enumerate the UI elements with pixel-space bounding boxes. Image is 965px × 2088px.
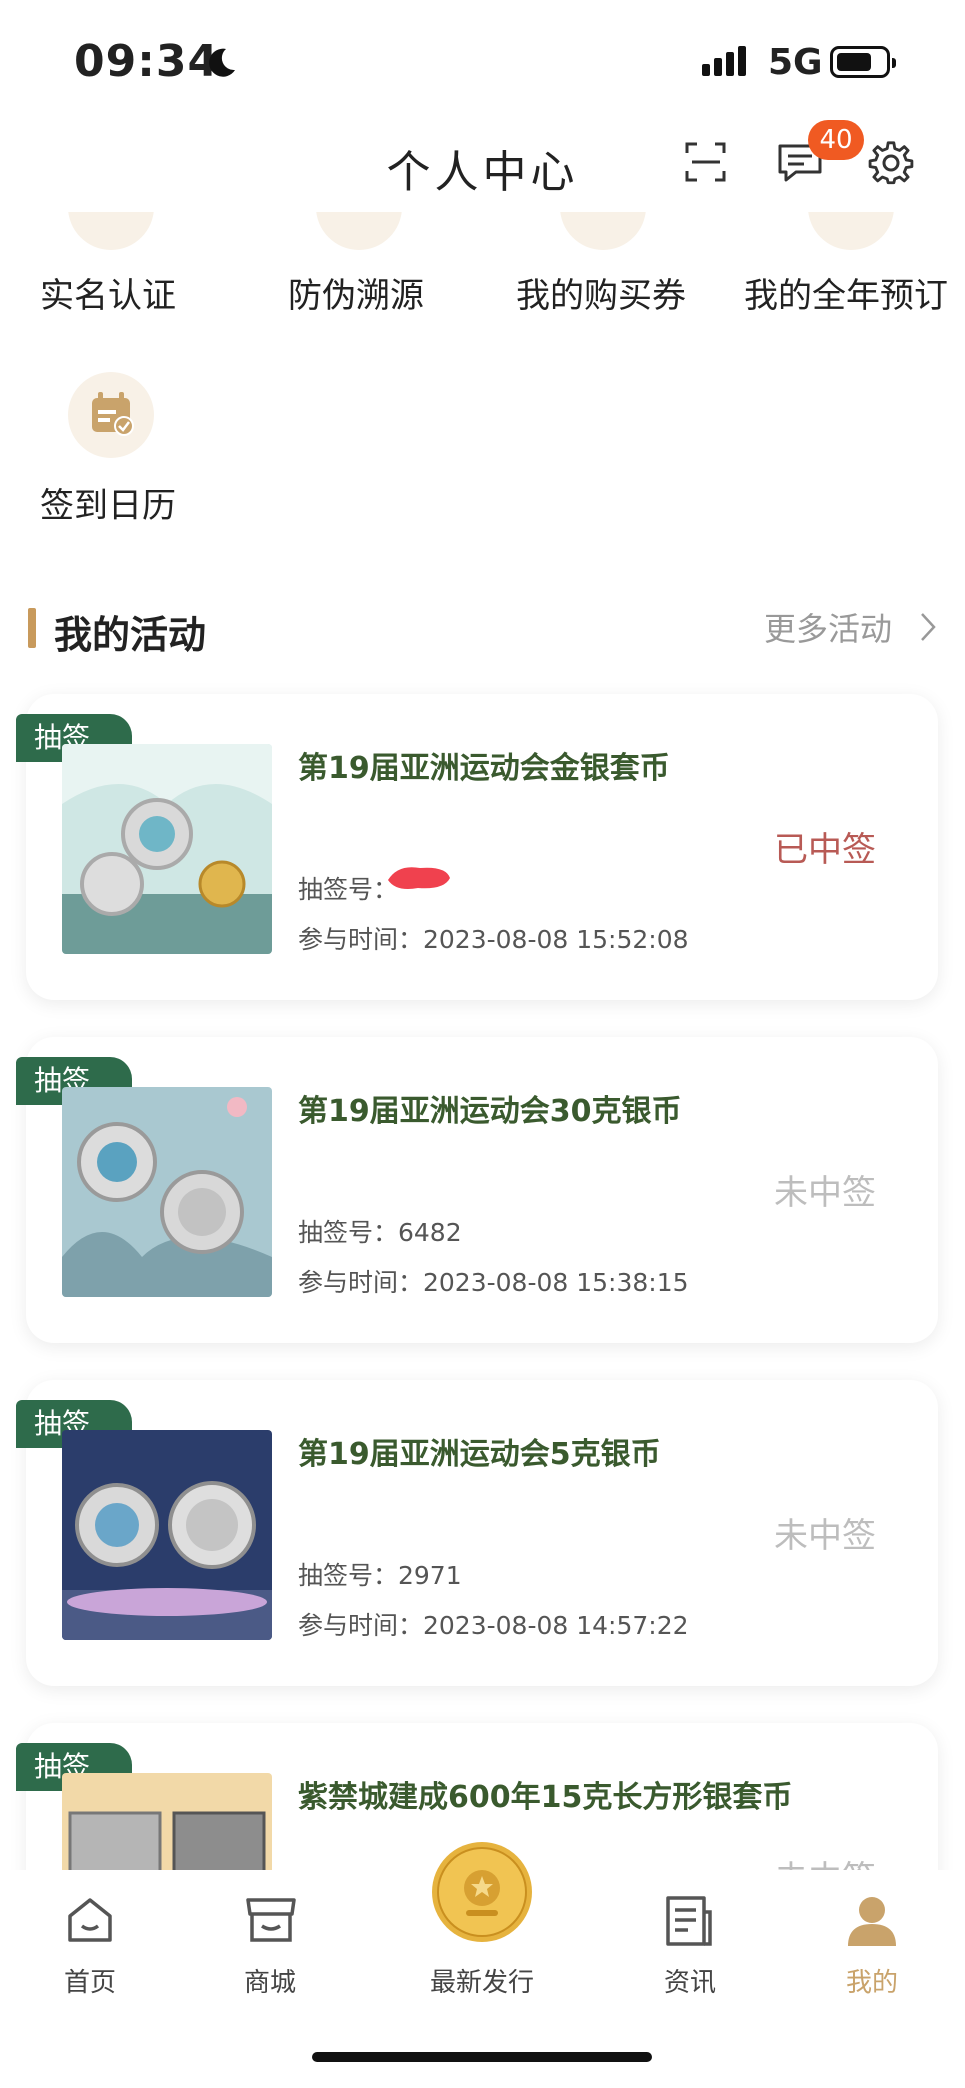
activity-card[interactable]: 抽签 第19届亚洲运动会30克银币 抽签号：6482 参与时间：2023-08-… <box>16 1037 938 1343</box>
status-time: 09:34 <box>74 36 220 87</box>
tab-store[interactable]: 商城 <box>220 1962 320 1999</box>
status-won: 已中签 <box>774 830 876 870</box>
tab-home[interactable]: 首页 <box>40 1962 140 1999</box>
more-activities-link[interactable]: 更多活动 <box>764 604 892 650</box>
profile-icon[interactable] <box>846 1894 898 1948</box>
moon-icon <box>209 48 235 77</box>
section-accent-bar <box>28 608 36 648</box>
activity-title: 第19届亚洲运动会30克银币 <box>298 1094 682 1129</box>
status-not-won: 未中签 <box>774 1173 876 1213</box>
activity-title: 紫禁城建成600年15克长方形银套币 <box>298 1780 793 1815</box>
lottery-number: 抽签号：6482 <box>298 1218 462 1247</box>
news-icon[interactable] <box>664 1894 714 1948</box>
participation-time: 参与时间：2023-08-08 15:52:08 <box>298 925 689 954</box>
home-icon[interactable] <box>64 1894 116 1946</box>
checkin-calendar-icon[interactable] <box>68 372 154 458</box>
section-title: 我的活动 <box>54 613 207 657</box>
network-label: 5G <box>768 42 823 83</box>
quick-menu-label[interactable]: 防伪溯源 <box>288 268 424 317</box>
scan-icon[interactable] <box>684 140 728 184</box>
home-indicator <box>312 2052 652 2062</box>
redaction-mark <box>388 867 450 889</box>
coin-icon[interactable] <box>430 1840 534 1944</box>
quick-menu-label[interactable]: 签到日历 <box>40 478 176 527</box>
tab-news[interactable]: 资讯 <box>640 1962 740 1999</box>
status-not-won: 未中签 <box>774 1516 876 1556</box>
battery-icon <box>830 46 896 78</box>
signal-icon <box>702 44 754 78</box>
store-icon[interactable] <box>244 1894 298 1946</box>
activity-card[interactable]: 抽签 第19届亚洲运动会金银套币 抽签号： 参与时间：2023-08-08 15… <box>16 694 938 1000</box>
participation-time: 参与时间：2023-08-08 14:57:22 <box>298 1611 689 1640</box>
lottery-number: 抽签号：2971 <box>298 1561 462 1590</box>
activity-title: 第19届亚洲运动会金银套币 <box>298 751 670 786</box>
chevron-right-icon[interactable] <box>920 612 936 642</box>
quick-menu-label[interactable]: 实名认证 <box>40 268 176 317</box>
quick-menu-label[interactable]: 我的全年预订 <box>744 268 948 317</box>
tab-mine[interactable]: 我的 <box>822 1962 922 1999</box>
message-badge: 40 <box>808 120 864 160</box>
coin-set-image <box>62 744 272 954</box>
lottery-number: 抽签号： <box>298 875 399 904</box>
quick-menu-label[interactable]: 我的购买券 <box>516 268 686 317</box>
tab-latest-release[interactable]: 最新发行 <box>412 1962 552 1999</box>
activity-card[interactable]: 抽签 第19届亚洲运动会5克银币 抽签号：2971 参与时间：2023-08-0… <box>16 1380 938 1686</box>
participation-time: 参与时间：2023-08-08 15:38:15 <box>298 1268 689 1297</box>
activity-title: 第19届亚洲运动会5克银币 <box>298 1437 661 1472</box>
silver-coin-image <box>62 1430 272 1640</box>
gear-icon[interactable] <box>868 140 914 186</box>
silver-coin-image <box>62 1087 272 1297</box>
calendar-icon <box>92 392 134 436</box>
